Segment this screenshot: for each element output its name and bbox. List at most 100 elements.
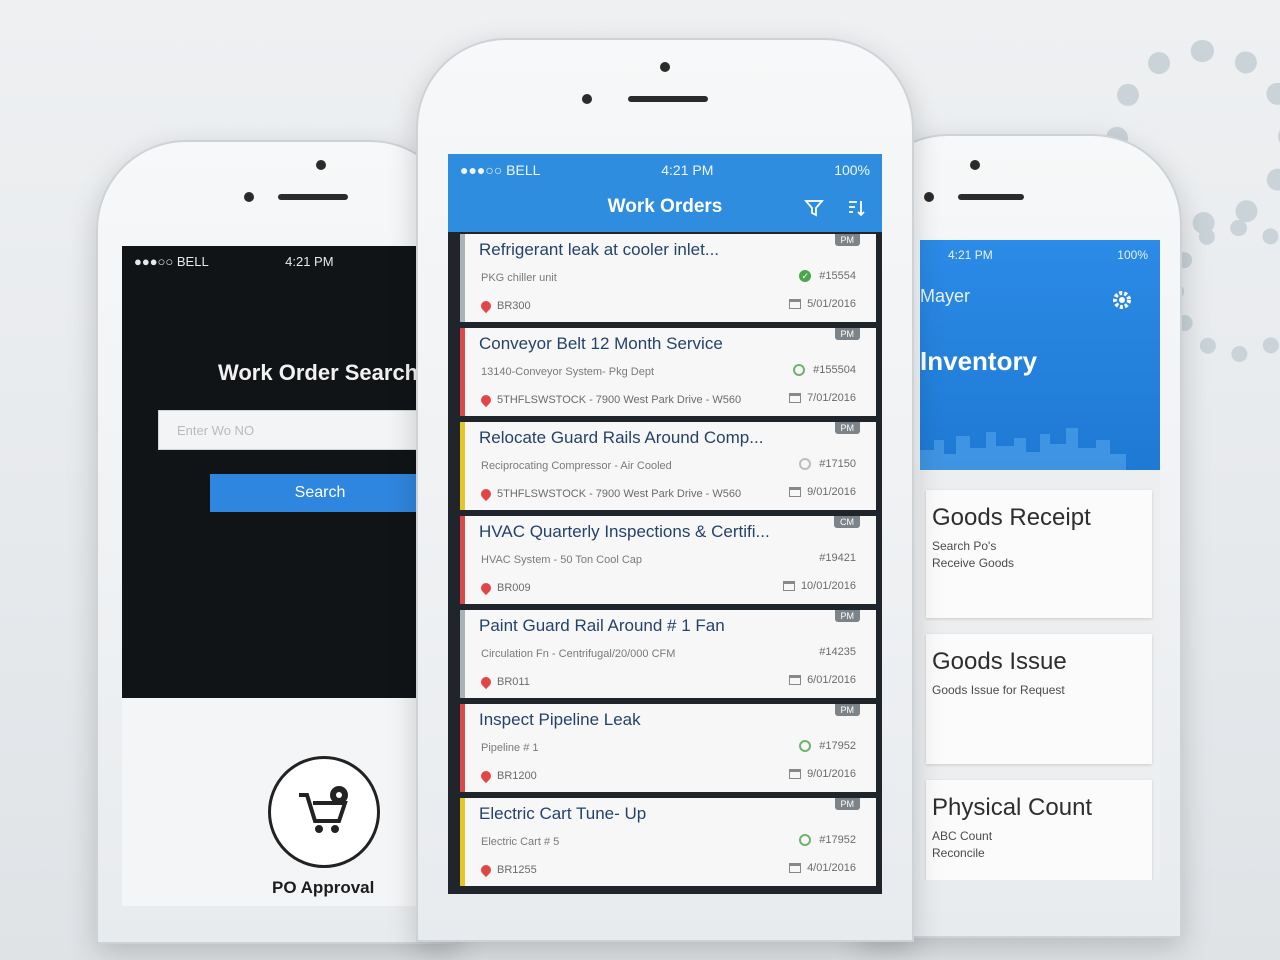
app-header: ●●●○○ BELL 4:21 PM 100% Work Orders [448, 154, 882, 232]
bottom-panel: PO Approval [122, 698, 422, 906]
asset-label: Reciprocating Compressor - Air Cooled [481, 460, 672, 472]
goods-issue-card[interactable]: Goods Issue Goods Issue for Request [926, 634, 1152, 764]
calendar-icon [789, 769, 802, 779]
card-line: Receive Goods [932, 556, 1015, 570]
work-order-number: #19421 [819, 552, 856, 564]
card-line: Search Po's [932, 539, 997, 553]
phone-speaker [628, 96, 708, 102]
battery-label: 100% [834, 162, 870, 178]
phone-camera [582, 94, 592, 104]
work-order-title: Electric Cart Tune- Up [479, 804, 647, 823]
card-title: Goods Issue [932, 648, 1067, 675]
asset-label: Electric Cart # 5 [481, 836, 560, 848]
phone-speaker [958, 194, 1024, 200]
location-label: 5THFLSWSTOCK - 7900 West Park Drive - W5… [497, 394, 742, 406]
location-pin-icon [478, 768, 494, 784]
work-order-title: Relocate Guard Rails Around Comp... [479, 428, 764, 447]
physical-count-card[interactable]: Physical Count ABC Count Reconcile [926, 780, 1152, 880]
location-pin-icon [478, 298, 494, 314]
type-badge: PM [834, 234, 860, 246]
inventory-header: 4:21 PM 100% Mayer Inventory [920, 240, 1160, 470]
asset-label: PKG chiller unit [481, 272, 557, 284]
work-order-row[interactable]: PM Paint Guard Rail Around # 1 Fan Circula… [460, 610, 876, 698]
inventory-menu: Goods Receipt Search Po's Receive Goods … [920, 470, 1160, 880]
left-phone: ●●●○○ BELL 4:21 PM Work Order Search Ent… [96, 140, 460, 944]
work-order-number: #17952 [819, 740, 856, 752]
center-phone: ●●●○○ BELL 4:21 PM 100% Work Orders PM Re… [416, 38, 914, 942]
wo-number-input[interactable]: Enter Wo NO [158, 410, 422, 450]
page-title: Work Order Search [218, 360, 419, 385]
battery-label: 100% [1117, 248, 1148, 262]
work-order-title: HVAC Quarterly Inspections & Certifi... [479, 522, 770, 541]
work-order-list: PM Refrigerant leak at cooler inlet... PKG… [460, 234, 876, 892]
filter-icon[interactable] [804, 198, 824, 218]
check-icon: ✓ [799, 270, 812, 282]
status-bar: 4:21 PM 100% [948, 248, 1148, 262]
work-order-title: Inspect Pipeline Leak [479, 710, 641, 729]
work-order-number: #15554 [819, 270, 856, 282]
work-order-title: Refrigerant leak at cooler inlet... [479, 240, 720, 259]
pending-icon [799, 458, 812, 470]
type-badge: CM [834, 516, 860, 528]
due-date: 4/01/2016 [807, 862, 856, 874]
carrier-label: ●●●○○ BELL [460, 162, 541, 178]
card-line: Goods Issue for Request [932, 683, 1065, 697]
progress-icon [799, 834, 812, 846]
asset-label: Pipeline # 1 [481, 742, 539, 754]
po-approval-label: PO Approval [272, 878, 375, 897]
calendar-icon [789, 299, 802, 309]
search-button[interactable]: Search [210, 474, 422, 512]
city-skyline-graphic [920, 428, 1126, 470]
work-order-title: Conveyor Belt 12 Month Service [479, 334, 723, 353]
time-label: 4:21 PM [948, 248, 993, 262]
work-order-row[interactable]: PM Relocate Guard Rails Around Comp... Rec… [460, 422, 876, 510]
time-label: 4:21 PM [285, 254, 334, 269]
location-pin-icon [478, 580, 494, 596]
location-label: BR1255 [497, 864, 537, 876]
po-approval-button[interactable] [268, 756, 380, 868]
due-date: 7/01/2016 [807, 392, 856, 404]
card-title: Goods Receipt [932, 504, 1091, 531]
background-gear-decoration [1168, 220, 1280, 362]
work-order-search-screen: ●●●○○ BELL 4:21 PM Work Order Search Ent… [122, 246, 422, 906]
due-date: 9/01/2016 [807, 768, 856, 780]
work-order-row[interactable]: PM Electric Cart Tune- Up Electric Cart # … [460, 798, 876, 886]
phone-sensor [316, 160, 326, 170]
progress-icon [799, 740, 812, 752]
location-pin-icon [478, 392, 494, 408]
work-order-number: #155504 [813, 364, 856, 376]
calendar-icon [782, 581, 795, 591]
phone-camera [924, 192, 934, 202]
phone-camera [244, 192, 254, 202]
work-order-number: #17150 [819, 458, 856, 470]
type-badge: PM [834, 704, 860, 716]
type-badge: PM [834, 328, 860, 340]
due-date: 10/01/2016 [800, 580, 856, 592]
location-label: BR011 [497, 676, 530, 688]
progress-icon [793, 364, 806, 376]
settings-gear-icon[interactable] [1112, 290, 1132, 310]
status-bar: ●●●○○ BELL 4:21 PM [122, 246, 422, 277]
work-order-row[interactable]: PM Inspect Pipeline Leak Pipeline # 1 BR120… [460, 704, 876, 792]
type-badge: PM [834, 610, 860, 622]
work-order-row[interactable]: CM HVAC Quarterly Inspections & Certifi..… [460, 516, 876, 604]
due-date: 5/01/2016 [807, 298, 856, 310]
location-label: BR300 [497, 300, 531, 312]
phone-sensor [970, 160, 980, 170]
location-label: BR009 [497, 582, 531, 594]
time-label: 4:21 PM [661, 162, 714, 178]
phone-speaker [278, 194, 348, 200]
work-order-row[interactable]: PM Conveyor Belt 12 Month Service 13140-Co… [460, 328, 876, 416]
work-order-number: #17952 [819, 834, 856, 846]
sort-icon[interactable] [846, 198, 866, 218]
calendar-icon [789, 393, 802, 403]
work-order-title: Paint Guard Rail Around # 1 Fan [479, 616, 725, 635]
inventory-screen: 4:21 PM 100% Mayer Inventory Goods Recei… [920, 240, 1160, 880]
location-pin-icon [478, 862, 494, 878]
location-label: 5THFLSWSTOCK - 7900 West Park Drive - W5… [497, 488, 742, 500]
goods-receipt-card[interactable]: Goods Receipt Search Po's Receive Goods [926, 490, 1152, 618]
work-order-row[interactable]: PM Refrigerant leak at cooler inlet... PKG… [460, 234, 876, 322]
card-title: Physical Count [932, 794, 1093, 821]
type-badge: PM [834, 798, 860, 810]
asset-label: Circulation Fn - Centrifugal/20/000 CFM [481, 648, 676, 660]
